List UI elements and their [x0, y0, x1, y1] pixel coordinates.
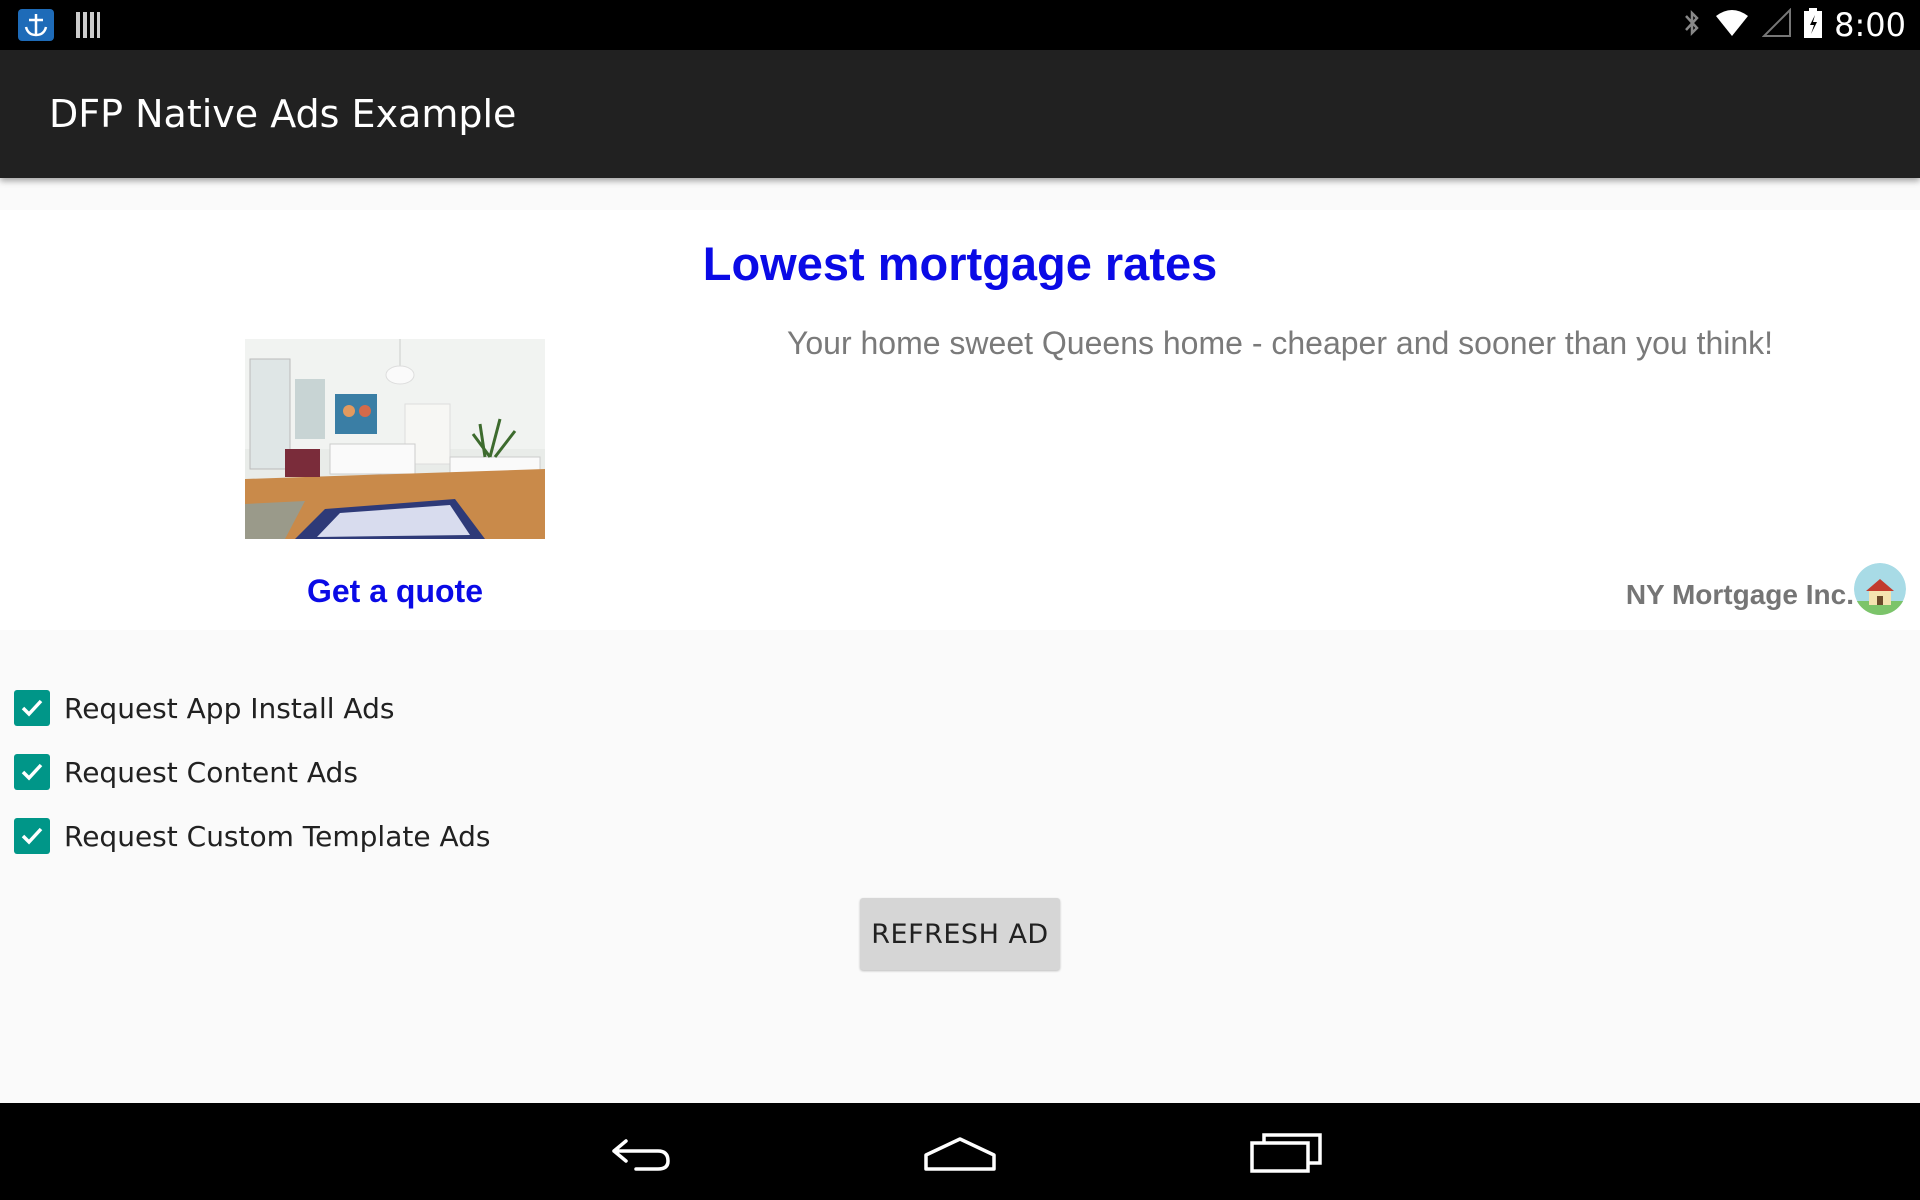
- option-label: Request App Install Ads: [64, 691, 395, 725]
- navigation-bar: [0, 1103, 1920, 1200]
- app-title: DFP Native Ads Example: [49, 92, 517, 136]
- status-time: 8:00: [1834, 6, 1906, 44]
- option-custom-template-ads[interactable]: Request Custom Template Ads: [14, 804, 491, 868]
- back-icon[interactable]: [596, 1123, 676, 1179]
- option-label: Request Custom Template Ads: [64, 819, 491, 853]
- option-app-install-ads[interactable]: Request App Install Ads: [14, 676, 491, 740]
- signal-icon: [1761, 7, 1792, 43]
- call-to-action-link[interactable]: Get a quote: [245, 573, 545, 610]
- house-logo[interactable]: [1854, 563, 1906, 615]
- anchor-app-icon: [18, 9, 54, 46]
- wifi-icon: [1714, 8, 1750, 43]
- refresh-ad-button[interactable]: REFRESH AD: [860, 898, 1060, 970]
- ad-body: Your home sweet Queens home - cheaper an…: [786, 325, 1774, 361]
- app-bar: DFP Native Ads Example: [0, 50, 1920, 178]
- native-ad-card[interactable]: Lowest mortgage rates Your home sweet Qu…: [0, 210, 1920, 630]
- bluetooth-icon: [1682, 8, 1702, 43]
- home-icon[interactable]: [920, 1123, 1000, 1179]
- option-content-ads[interactable]: Request Content Ads: [14, 740, 491, 804]
- ad-headline[interactable]: Lowest mortgage rates: [0, 236, 1920, 291]
- battery-icon: [1804, 7, 1823, 43]
- living-room-photo[interactable]: [245, 339, 545, 539]
- checked-checkbox-icon[interactable]: [14, 818, 50, 854]
- barcode-app-icon: [74, 10, 102, 45]
- recents-icon[interactable]: [1246, 1123, 1326, 1179]
- status-bar: 8:00: [0, 0, 1920, 50]
- option-label: Request Content Ads: [64, 755, 358, 789]
- advertiser-name: NY Mortgage Inc.: [1625, 579, 1854, 610]
- checked-checkbox-icon[interactable]: [14, 690, 50, 726]
- ad-type-options: Request App Install Ads Request Content …: [14, 676, 491, 868]
- checked-checkbox-icon[interactable]: [14, 754, 50, 790]
